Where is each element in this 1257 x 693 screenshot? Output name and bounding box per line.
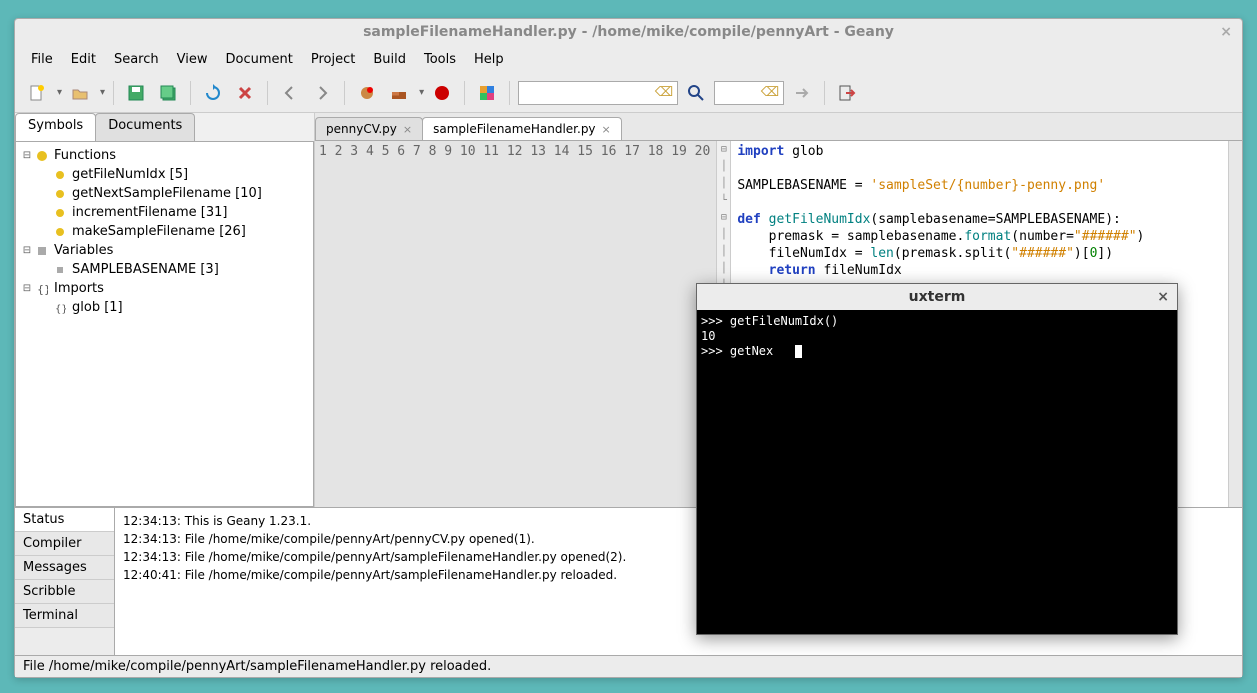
vertical-scrollbar[interactable] [1228,141,1242,507]
symbol-item[interactable]: getNextSampleFilename [10] [20,184,309,203]
menu-search[interactable]: Search [106,50,167,69]
window-title: sampleFilenameHandler.py - /home/mike/co… [363,24,894,40]
line-number-gutter[interactable]: 1 2 3 4 5 6 7 8 9 10 11 12 13 14 15 16 1… [315,141,717,507]
toolbar: ▾ ▾ ▾ [15,73,1242,113]
menu-build[interactable]: Build [365,50,414,69]
separator-icon [190,81,191,105]
bottom-tab-messages[interactable]: Messages [15,556,114,580]
editor-tab-pennycv[interactable]: pennyCV.py × [315,117,423,140]
menu-help[interactable]: Help [466,50,512,69]
symbol-item[interactable]: incrementFilename [31] [20,203,309,222]
sidebar-tabs: Symbols Documents [15,113,314,141]
functions-icon [34,150,50,162]
bottom-tab-status[interactable]: Status [15,508,114,532]
uxterm-title: uxterm [909,289,966,305]
reload-button[interactable] [199,79,227,107]
tree-group-functions[interactable]: ⊟ Functions [20,146,309,165]
window-close-icon[interactable]: × [1220,24,1232,40]
save-button[interactable] [122,79,150,107]
bottom-tab-compiler[interactable]: Compiler [15,532,114,556]
build-button[interactable] [385,79,413,107]
function-icon [52,169,68,181]
save-all-button[interactable] [154,79,182,107]
expander-icon[interactable]: ⊟ [20,283,34,294]
imports-icon: {} [34,283,50,295]
editor-tab-samplefilenamehandler[interactable]: sampleFilenameHandler.py × [422,117,622,140]
run-button[interactable] [428,79,456,107]
menu-view[interactable]: View [169,50,216,69]
bottom-tab-terminal[interactable]: Terminal [15,604,114,628]
sidebar-tab-symbols[interactable]: Symbols [15,113,96,141]
tree-group-imports[interactable]: ⊟ {} Imports [20,279,309,298]
uxterm-window[interactable]: uxterm × >>> getFileNumIdx() 10 >>> getN… [696,283,1178,635]
menu-file[interactable]: File [23,50,61,69]
clear-search-icon[interactable]: ⌫ [655,85,673,100]
function-icon [52,226,68,238]
bottom-tabs: Status Compiler Messages Scribble Termin… [15,508,115,655]
search-input[interactable]: ⌫ [518,81,678,105]
new-file-dropdown-icon[interactable]: ▾ [57,87,62,98]
svg-text:{}: {} [55,304,66,314]
new-file-button[interactable] [23,79,51,107]
statusbar-text: File /home/mike/compile/pennyArt/sampleF… [23,659,491,674]
svg-text:{}: {} [37,283,48,295]
editor-tabs: pennyCV.py × sampleFilenameHandler.py × [315,113,1242,141]
bottom-tab-scribble[interactable]: Scribble [15,580,114,604]
compile-button[interactable] [353,79,381,107]
separator-icon [464,81,465,105]
uxterm-body[interactable]: >>> getFileNumIdx() 10 >>> getNex [697,310,1177,634]
variable-icon [52,264,68,276]
symbol-item[interactable]: {}glob [1] [20,298,309,317]
menu-project[interactable]: Project [303,50,363,69]
separator-icon [344,81,345,105]
separator-icon [267,81,268,105]
clear-goto-icon[interactable]: ⌫ [761,85,779,100]
titlebar[interactable]: sampleFilenameHandler.py - /home/mike/co… [15,19,1242,45]
expander-icon[interactable]: ⊟ [20,245,34,256]
open-file-dropdown-icon[interactable]: ▾ [100,87,105,98]
symbol-item[interactable]: SAMPLEBASENAME [3] [20,260,309,279]
separator-icon [824,81,825,105]
menubar: File Edit Search View Document Project B… [15,45,1242,73]
separator-icon [509,81,510,105]
open-file-button[interactable] [66,79,94,107]
function-icon [52,207,68,219]
sidebar: Symbols Documents ⊟ Functions getFileNum… [15,113,315,507]
tab-close-icon[interactable]: × [602,123,611,136]
tree-group-variables[interactable]: ⊟ Variables [20,241,309,260]
nav-back-button[interactable] [276,79,304,107]
color-chooser-button[interactable] [473,79,501,107]
uxterm-close-icon[interactable]: × [1157,289,1169,305]
import-icon: {} [52,302,68,314]
separator-icon [113,81,114,105]
quit-button[interactable] [833,79,861,107]
tab-close-icon[interactable]: × [403,123,412,136]
symbols-tree[interactable]: ⊟ Functions getFileNumIdx [5] getNextSam… [15,141,314,507]
close-file-button[interactable] [231,79,259,107]
goto-line-input[interactable]: ⌫ [714,81,784,105]
uxterm-titlebar[interactable]: uxterm × [697,284,1177,310]
statusbar: File /home/mike/compile/pennyArt/sampleF… [15,655,1242,677]
nav-forward-button[interactable] [308,79,336,107]
menu-edit[interactable]: Edit [63,50,104,69]
sidebar-tab-documents[interactable]: Documents [95,113,195,141]
goto-button[interactable] [788,79,816,107]
menu-tools[interactable]: Tools [416,50,464,69]
find-button[interactable] [682,79,710,107]
expander-icon[interactable]: ⊟ [20,150,34,161]
variables-icon [34,245,50,257]
build-dropdown-icon[interactable]: ▾ [419,87,424,98]
function-icon [52,188,68,200]
menu-document[interactable]: Document [217,50,300,69]
symbol-item[interactable]: getFileNumIdx [5] [20,165,309,184]
symbol-item[interactable]: makeSampleFilename [26] [20,222,309,241]
